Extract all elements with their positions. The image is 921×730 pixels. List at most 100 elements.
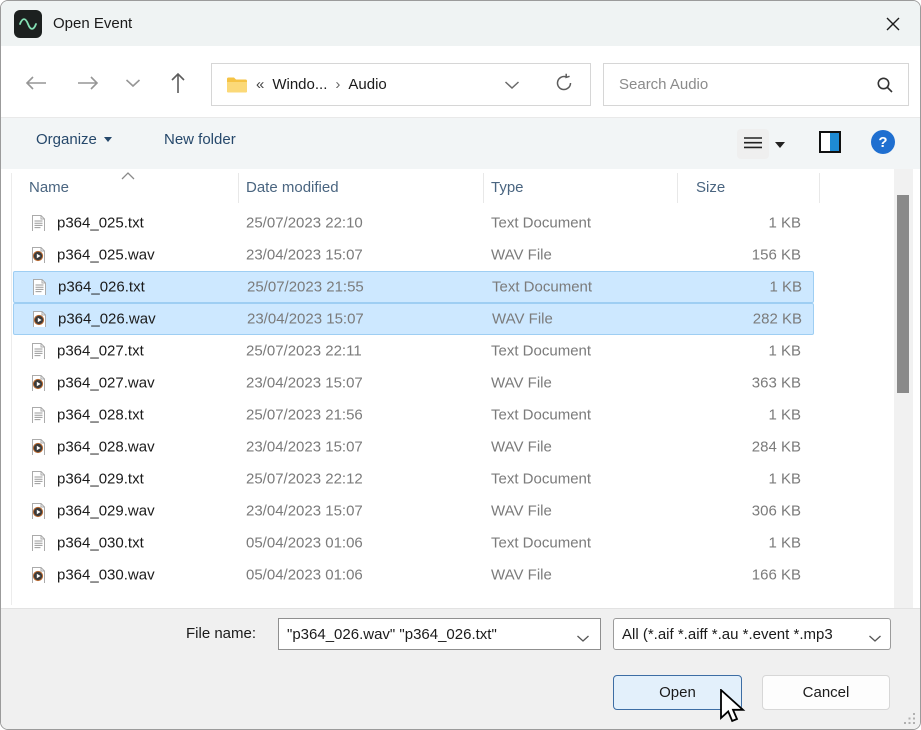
folder-icon <box>226 76 248 94</box>
wav-file-icon <box>31 247 46 263</box>
refresh-icon[interactable] <box>554 73 574 97</box>
file-row[interactable]: p364_029.txt 25/07/2023 22:12 Text Docum… <box>13 463 814 495</box>
search-input[interactable]: Search Audio <box>603 63 909 106</box>
file-name-label: File name: <box>186 625 256 642</box>
address-bar[interactable]: « Windo... › Audio <box>211 63 591 106</box>
file-row[interactable]: p364_028.txt 25/07/2023 21:56 Text Docum… <box>13 399 814 431</box>
file-date-modified: 23/04/2023 15:07 <box>246 375 481 392</box>
file-name: p364_030.wav <box>57 567 237 584</box>
text-file-icon <box>32 279 47 295</box>
search-icon[interactable] <box>876 76 894 98</box>
file-row[interactable]: p364_027.wav 23/04/2023 15:07 WAV File 3… <box>13 367 814 399</box>
file-type: WAV File <box>492 311 672 328</box>
file-date-modified: 05/04/2023 01:06 <box>246 567 481 584</box>
file-type: WAV File <box>491 439 671 456</box>
breadcrumb-overflow[interactable]: « <box>256 76 264 93</box>
file-list: p364_025.txt 25/07/2023 22:10 Text Docum… <box>13 207 814 591</box>
change-view-button[interactable] <box>737 129 769 159</box>
open-button-label: Open <box>659 684 696 701</box>
column-header-date-modified[interactable]: Date modified <box>246 179 339 196</box>
text-file-icon <box>31 343 46 359</box>
text-file-icon <box>31 471 46 487</box>
help-icon[interactable]: ? <box>871 130 895 154</box>
scrollbar-thumb[interactable] <box>897 195 909 393</box>
file-row[interactable]: p364_026.txt 25/07/2023 21:55 Text Docum… <box>13 271 814 303</box>
file-row[interactable]: p364_030.txt 05/04/2023 01:06 Text Docum… <box>13 527 814 559</box>
wav-file-icon <box>31 567 46 583</box>
file-type: WAV File <box>491 375 671 392</box>
file-name-input[interactable]: "p364_026.wav" "p364_026.txt" <box>278 618 601 650</box>
file-type: Text Document <box>492 279 672 296</box>
file-size: 166 KB <box>661 567 801 584</box>
file-size: 156 KB <box>661 247 801 264</box>
file-name: p364_029.txt <box>57 471 237 488</box>
dialog-footer: File name: "p364_026.wav" "p364_026.txt"… <box>1 608 920 730</box>
organize-button[interactable]: Organize <box>36 131 112 148</box>
scrollbar-track[interactable] <box>894 169 913 608</box>
breadcrumb-separator-icon: › <box>335 76 340 93</box>
command-bar: Organize New folder ? <box>1 118 920 169</box>
text-file-icon <box>31 535 46 551</box>
text-file-icon <box>31 407 46 423</box>
file-row[interactable]: p364_026.wav 23/04/2023 15:07 WAV File 2… <box>13 303 814 335</box>
forward-icon[interactable] <box>71 68 105 98</box>
file-size: 1 KB <box>662 279 802 296</box>
column-header-name[interactable]: Name <box>29 179 69 196</box>
file-row[interactable]: p364_030.wav 05/04/2023 01:06 WAV File 1… <box>13 559 814 591</box>
titlebar: Open Event <box>1 1 920 46</box>
file-row[interactable]: p364_029.wav 23/04/2023 15:07 WAV File 3… <box>13 495 814 527</box>
resize-grip[interactable] <box>903 712 916 725</box>
file-name: p364_029.wav <box>57 503 237 520</box>
file-row[interactable]: p364_025.wav 23/04/2023 15:07 WAV File 1… <box>13 239 814 271</box>
window-title: Open Event <box>53 15 132 32</box>
wav-file-icon <box>31 503 46 519</box>
organize-label: Organize <box>36 131 97 148</box>
file-name: p364_026.txt <box>58 279 238 296</box>
file-type: WAV File <box>491 247 671 264</box>
file-name: p364_025.txt <box>57 215 237 232</box>
view-options-caret-icon[interactable] <box>775 142 785 148</box>
file-type: WAV File <box>491 503 671 520</box>
file-name-dropdown-chevron-icon[interactable] <box>576 630 590 647</box>
cancel-button-label: Cancel <box>803 684 850 701</box>
file-size: 1 KB <box>661 215 801 232</box>
column-separator[interactable] <box>483 173 484 203</box>
sort-ascending-icon <box>121 167 135 184</box>
column-separator[interactable] <box>819 173 820 203</box>
breadcrumb-current[interactable]: Audio <box>348 76 386 93</box>
file-size: 363 KB <box>661 375 801 392</box>
address-dropdown-chevron-icon[interactable] <box>504 77 520 94</box>
file-size: 306 KB <box>661 503 801 520</box>
open-button[interactable]: Open <box>613 675 742 710</box>
column-separator[interactable] <box>677 173 678 203</box>
file-date-modified: 23/04/2023 15:07 <box>246 439 481 456</box>
file-type: Text Document <box>491 215 671 232</box>
new-folder-button[interactable]: New folder <box>164 131 236 148</box>
file-row[interactable]: p364_028.wav 23/04/2023 15:07 WAV File 2… <box>13 431 814 463</box>
up-icon[interactable] <box>161 68 195 98</box>
cancel-button[interactable]: Cancel <box>762 675 890 710</box>
breadcrumb-parent[interactable]: Windo... <box>272 76 327 93</box>
file-type-select[interactable]: All (*.aif *.aiff *.au *.event *.mp3 <box>613 618 891 650</box>
file-row[interactable]: p364_025.txt 25/07/2023 22:10 Text Docum… <box>13 207 814 239</box>
file-date-modified: 05/04/2023 01:06 <box>246 535 481 552</box>
file-type: Text Document <box>491 343 671 360</box>
wav-file-icon <box>31 375 46 391</box>
search-placeholder: Search Audio <box>619 76 708 93</box>
file-type-value: All (*.aif *.aiff *.au *.event *.mp3 <box>622 626 833 643</box>
back-icon[interactable] <box>19 68 53 98</box>
file-date-modified: 23/04/2023 15:07 <box>246 247 481 264</box>
help-glyph: ? <box>878 134 887 151</box>
file-row[interactable]: p364_027.txt 25/07/2023 22:11 Text Docum… <box>13 335 814 367</box>
file-type: WAV File <box>491 567 671 584</box>
column-header-size[interactable]: Size <box>696 179 725 196</box>
file-date-modified: 25/07/2023 22:11 <box>246 343 481 360</box>
close-icon[interactable] <box>880 11 906 37</box>
preview-pane-icon[interactable] <box>819 131 841 153</box>
column-separator[interactable] <box>238 173 239 203</box>
recent-locations-chevron-icon[interactable] <box>116 68 150 98</box>
column-header-type[interactable]: Type <box>491 179 524 196</box>
file-name: p364_027.txt <box>57 343 237 360</box>
file-type-dropdown-chevron-icon[interactable] <box>866 630 882 647</box>
file-name-value: "p364_026.wav" "p364_026.txt" <box>287 626 497 643</box>
